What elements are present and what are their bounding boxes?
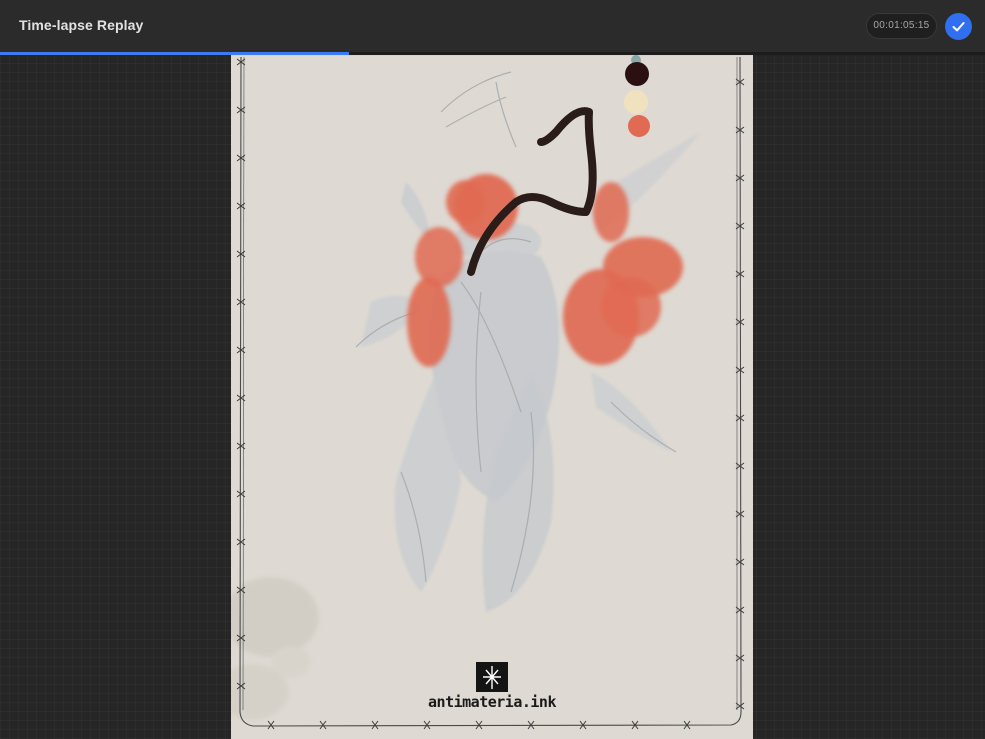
timelapse-replay-screen: Time-lapse Replay 00:01:05:15 antimateri…: [0, 0, 985, 739]
border-barb: [236, 442, 246, 450]
done-button[interactable]: [945, 13, 972, 40]
checkmark-icon: [952, 22, 965, 32]
border-barb: [267, 720, 275, 730]
border-barb: [371, 720, 379, 730]
watermark-text: antimateria.ink: [428, 693, 556, 711]
artwork-illustration: [231, 55, 745, 730]
playback-progress-fill: [0, 52, 349, 55]
color-swatches: [624, 55, 650, 137]
timecode-display: 00:01:05:15: [866, 13, 937, 39]
beetle-sketch: [361, 132, 701, 612]
border-barb: [236, 538, 246, 546]
brand-logo: [476, 662, 508, 692]
playback-scrubber[interactable]: [0, 52, 985, 55]
border-barb: [319, 720, 327, 730]
border-barb: [423, 720, 431, 730]
top-bar: Time-lapse Replay 00:01:05:15: [0, 0, 985, 52]
artwork-canvas: antimateria.ink: [231, 52, 753, 739]
border-barb: [236, 490, 246, 498]
page-title: Time-lapse Replay: [19, 17, 144, 33]
